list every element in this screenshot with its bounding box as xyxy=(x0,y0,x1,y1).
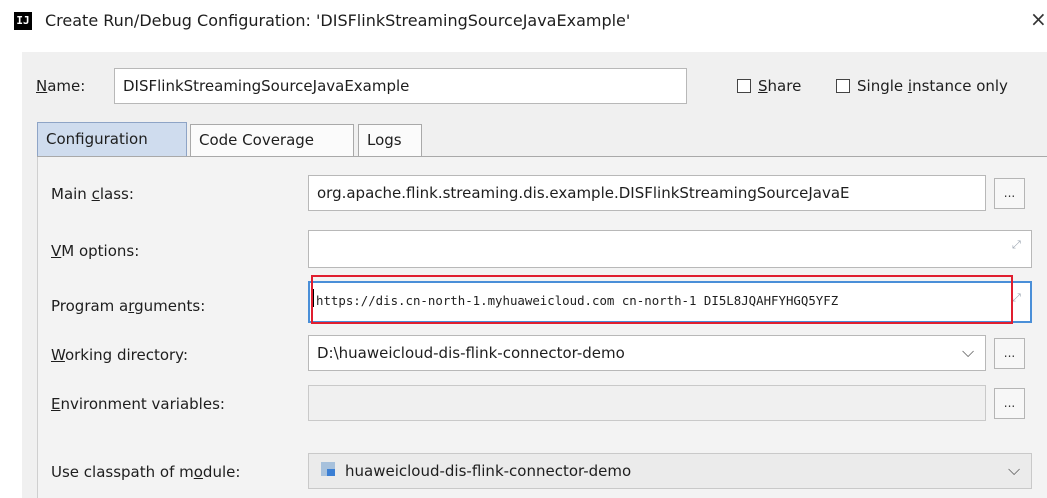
tab-code-coverage[interactable]: Code Coverage xyxy=(190,124,354,156)
chevron-down-icon[interactable]: ⌵ xyxy=(962,342,974,362)
share-label[interactable]: Share xyxy=(758,76,801,96)
classpath-module-select[interactable]: huaweicloud-dis-flink-connector-demo xyxy=(308,453,1032,489)
close-icon[interactable]: × xyxy=(1030,8,1047,30)
environment-variables-input[interactable] xyxy=(308,385,986,421)
main-class-browse-button[interactable]: ... xyxy=(994,178,1025,209)
environment-variables-label: Environment variables: xyxy=(51,395,225,413)
module-folder-icon xyxy=(321,462,335,476)
working-directory-browse-button[interactable]: ... xyxy=(994,338,1025,369)
window-title: Create Run/Debug Configuration: 'DISFlin… xyxy=(45,11,631,30)
main-class-input[interactable]: org.apache.flink.streaming.dis.example.D… xyxy=(308,175,986,211)
vm-options-input[interactable] xyxy=(308,230,1032,268)
share-checkbox[interactable] xyxy=(737,79,751,93)
environment-variables-browse-button[interactable]: ... xyxy=(994,388,1025,419)
expand-arrows-icon[interactable]: ⤢ xyxy=(1012,238,1021,252)
highlight-box xyxy=(311,275,1013,324)
chevron-down-icon[interactable]: ⌵ xyxy=(1008,460,1020,480)
program-arguments-label: Program arguments: xyxy=(51,297,206,315)
window-title-bar: IJ Create Run/Debug Configuration: 'DISF… xyxy=(0,0,1047,50)
single-instance-checkbox[interactable] xyxy=(836,79,850,93)
tab-configuration[interactable]: Configuration xyxy=(37,122,187,156)
single-instance-label[interactable]: Single instance only xyxy=(857,76,1008,96)
name-label: Name: xyxy=(36,77,86,95)
classpath-module-label: Use classpath of module: xyxy=(51,463,241,481)
working-directory-label: Working directory: xyxy=(51,346,189,364)
vm-options-label: VM options: xyxy=(51,242,140,260)
tab-logs[interactable]: Logs xyxy=(358,124,422,156)
working-directory-input[interactable]: D:\huaweicloud-dis-flink-connector-demo xyxy=(308,335,986,371)
main-class-label: Main class: xyxy=(51,185,134,203)
expand-arrows-icon[interactable]: ⤢ xyxy=(1012,291,1021,305)
name-input[interactable]: DISFlinkStreamingSourceJavaExample xyxy=(114,68,687,104)
intellij-app-icon: IJ xyxy=(14,12,32,30)
